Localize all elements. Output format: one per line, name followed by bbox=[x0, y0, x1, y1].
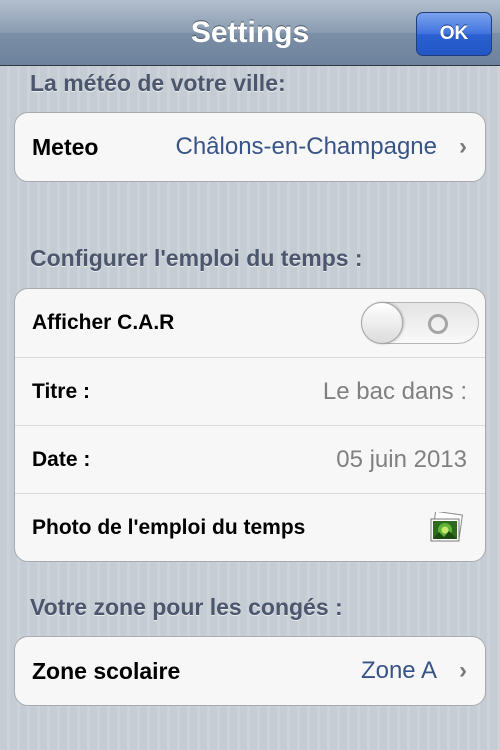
date-label: Date : bbox=[32, 448, 91, 471]
weather-group: Meteo Châlons-en-Champagne › bbox=[14, 112, 486, 182]
date-row[interactable]: Date : 05 juin 2013 bbox=[15, 425, 485, 493]
zone-scolaire-label: Zone scolaire bbox=[32, 658, 181, 684]
holiday-group: Zone scolaire Zone A › bbox=[14, 636, 486, 706]
afficher-car-label: Afficher C.A.R bbox=[32, 311, 175, 334]
titre-row[interactable]: Titre : Le bac dans : bbox=[15, 357, 485, 425]
schedule-section-header: Configurer l'emploi du temps : bbox=[30, 245, 363, 271]
zone-value: Zone A bbox=[360, 657, 437, 684]
ok-button[interactable]: OK bbox=[416, 12, 492, 56]
photo-row[interactable]: Photo de l'emploi du temps bbox=[15, 493, 485, 561]
navigation-bar: Settings OK bbox=[0, 0, 500, 66]
photo-label: Photo de l'emploi du temps bbox=[32, 516, 306, 539]
holiday-section-header: Votre zone pour les congés : bbox=[30, 594, 343, 620]
toggle-off-circle-icon bbox=[428, 314, 448, 334]
weather-section-header: La météo de votre ville: bbox=[30, 70, 286, 96]
titre-value: Le bac dans : bbox=[322, 378, 467, 405]
toggle-knob[interactable] bbox=[361, 302, 403, 344]
meteo-row[interactable]: Meteo Châlons-en-Champagne › bbox=[15, 113, 485, 181]
zone-scolaire-row[interactable]: Zone scolaire Zone A › bbox=[15, 637, 485, 705]
chevron-right-icon: › bbox=[459, 657, 467, 684]
date-value: 05 juin 2013 bbox=[336, 446, 467, 473]
schedule-group: Afficher C.A.R Titre : Le bac dans : Dat… bbox=[14, 288, 486, 562]
afficher-car-row: Afficher C.A.R bbox=[15, 289, 485, 357]
titre-label: Titre : bbox=[32, 380, 90, 403]
afficher-car-toggle[interactable] bbox=[361, 302, 479, 344]
chevron-right-icon: › bbox=[459, 133, 467, 160]
photo-thumbnail-icon[interactable] bbox=[429, 512, 463, 544]
meteo-label: Meteo bbox=[32, 134, 99, 160]
meteo-city-value: Châlons-en-Champagne bbox=[175, 133, 438, 160]
